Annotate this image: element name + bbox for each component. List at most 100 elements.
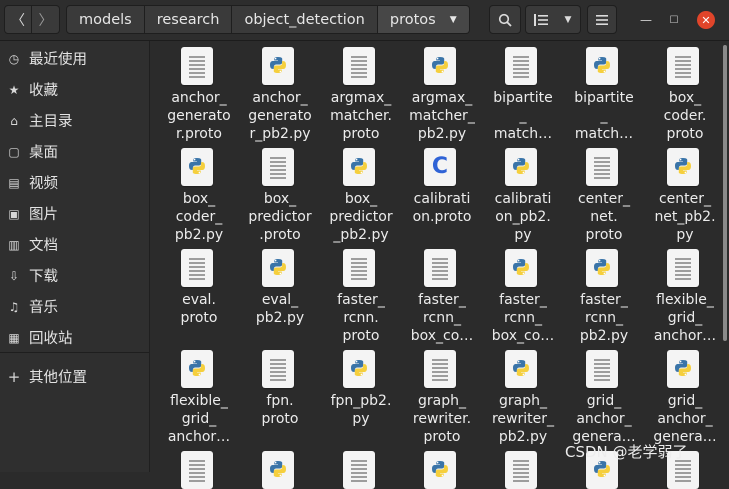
- sidebar: ◷ 最近使用 ★ 收藏 ⌂ 主目录 ▢ 桌面 ▤ 视频 ▣ 图片 ▥ 文档 ⇩ 下载 ♫ 音乐 ▦…: [0, 41, 150, 472]
- view-toggle-button[interactable]: [525, 5, 557, 34]
- back-button[interactable]: 〈: [4, 5, 32, 34]
- python-file-icon: [586, 249, 618, 287]
- python-file-icon: [505, 249, 537, 287]
- trash-icon: ▦: [8, 330, 20, 345]
- file-name: anchor_ generato r_pb2.py: [248, 90, 312, 142]
- sidebar-item-downloads[interactable]: ⇩ 下载: [0, 260, 149, 291]
- text-file-icon: [181, 47, 213, 85]
- scrollbar[interactable]: [721, 41, 729, 472]
- python-file-icon: [343, 350, 375, 388]
- clock-icon: ◷: [8, 51, 20, 66]
- file-name: bipartite _ match…: [493, 90, 553, 142]
- close-icon: ✕: [701, 13, 711, 27]
- text-file-icon: [424, 249, 456, 287]
- sidebar-divider: [0, 352, 149, 353]
- star-icon: ★: [8, 82, 20, 97]
- sidebar-item-trash[interactable]: ▦ 回收站: [0, 322, 149, 353]
- file-name: box_ predictor _pb2.py: [329, 191, 393, 243]
- forward-button[interactable]: 〉: [32, 5, 60, 34]
- file-name: graph_ rewriter_ pb2.py: [491, 393, 554, 445]
- file-name: calibrati on_pb2. py: [494, 191, 552, 243]
- text-file-icon: [343, 249, 375, 287]
- minimize-icon: —: [640, 13, 652, 27]
- file-name: grid_ anchor_ genera…: [572, 393, 636, 445]
- desktop-icon: ▢: [8, 144, 20, 159]
- maximize-icon: ☐: [669, 14, 679, 26]
- sidebar-item-recent[interactable]: ◷ 最近使用: [0, 43, 149, 74]
- python-file-icon: [667, 350, 699, 388]
- breadcrumb-models[interactable]: models: [66, 5, 145, 34]
- python-file-icon: [181, 148, 213, 186]
- plus-icon: +: [7, 367, 21, 386]
- navigation-buttons: 〈 〉: [4, 5, 60, 34]
- close-button[interactable]: ✕: [697, 11, 715, 29]
- text-file-icon: [262, 350, 294, 388]
- text-file-icon: [343, 47, 375, 85]
- breadcrumb-research[interactable]: research: [144, 5, 233, 34]
- video-icon: ▤: [8, 175, 20, 190]
- sidebar-item-videos[interactable]: ▤ 视频: [0, 167, 149, 198]
- pictures-icon: ▣: [8, 206, 20, 221]
- file-grid: anchor_ generato r.proto anchor_ generato…: [151, 41, 721, 489]
- scrollbar-thumb[interactable]: [723, 45, 727, 341]
- hamburger-menu-icon: [596, 14, 608, 25]
- sidebar-item-starred[interactable]: ★ 收藏: [0, 74, 149, 105]
- header-bar: 〈 〉 models research object_detection pro…: [0, 0, 729, 41]
- python-file-icon: [343, 148, 375, 186]
- file-name: faster_ rcnn. proto: [337, 292, 385, 344]
- sidebar-item-desktop[interactable]: ▢ 桌面: [0, 136, 149, 167]
- sidebar-item-other-locations[interactable]: + 其他位置: [0, 361, 149, 392]
- documents-icon: ▥: [8, 237, 20, 252]
- sidebar-item-pictures[interactable]: ▣ 图片: [0, 198, 149, 229]
- file-name: faster_ rcnn_ box_co…: [410, 292, 474, 344]
- c-source-file-icon: C: [424, 148, 456, 186]
- caret-down-icon: ▼: [449, 14, 457, 25]
- text-file-icon: [181, 249, 213, 287]
- sidebar-item-home[interactable]: ⌂ 主目录: [0, 105, 149, 136]
- music-icon: ♫: [8, 299, 20, 314]
- python-file-icon: [505, 350, 537, 388]
- file-name: center_ net. proto: [577, 191, 631, 243]
- menu-button[interactable]: [587, 5, 617, 34]
- python-file-icon: [262, 451, 294, 489]
- file-name: eval_ pb2.py: [255, 292, 305, 326]
- file-name: fpn. proto: [261, 393, 299, 427]
- python-file-icon: [262, 249, 294, 287]
- file-name: calibrati on.proto: [412, 191, 472, 225]
- text-file-icon: [586, 148, 618, 186]
- maximize-button[interactable]: ☐: [665, 11, 683, 29]
- python-file-icon: [424, 47, 456, 85]
- file-name: faster_ rcnn_ pb2.py: [579, 292, 629, 344]
- file-name: box_ predictor .proto: [248, 191, 312, 243]
- file-name: eval. proto: [180, 292, 218, 326]
- file-name: bipartite _ match…: [574, 90, 634, 142]
- chevron-right-icon: 〉: [38, 12, 53, 29]
- python-file-icon: [586, 47, 618, 85]
- file-name: faster_ rcnn_ box_co…: [491, 292, 555, 344]
- text-file-icon: [181, 451, 213, 489]
- text-file-icon: [343, 451, 375, 489]
- download-icon: ⇩: [8, 268, 20, 283]
- file-name: anchor_ generato r.proto: [167, 90, 231, 142]
- breadcrumb: models research object_detection protos ▼: [66, 5, 470, 34]
- file-name: flexible_ grid_ anchor…: [167, 393, 231, 445]
- file-name: box_ coder. proto: [663, 90, 707, 142]
- search-button[interactable]: [489, 5, 521, 34]
- text-file-icon: [424, 350, 456, 388]
- minimize-button[interactable]: —: [637, 11, 655, 29]
- home-icon: ⌂: [10, 113, 18, 128]
- sidebar-item-music[interactable]: ♫ 音乐: [0, 291, 149, 322]
- breadcrumb-protos[interactable]: protos ▼: [377, 5, 470, 34]
- breadcrumb-object-detection[interactable]: object_detection: [232, 5, 378, 34]
- watermark: CSDN @老学弱了: [565, 443, 688, 461]
- text-file-icon: [262, 148, 294, 186]
- text-file-icon: [667, 47, 699, 85]
- python-file-icon: [181, 350, 213, 388]
- caret-down-icon: ▼: [564, 14, 572, 25]
- view-options-button[interactable]: ▼: [556, 5, 581, 34]
- file-name: argmax_ matcher_ pb2.py: [409, 90, 475, 142]
- file-name: grid_ anchor_ genera…: [653, 393, 717, 445]
- sidebar-item-documents[interactable]: ▥ 文档: [0, 229, 149, 260]
- text-file-icon: [586, 350, 618, 388]
- file-name: flexible_ grid_ anchor…: [653, 292, 717, 344]
